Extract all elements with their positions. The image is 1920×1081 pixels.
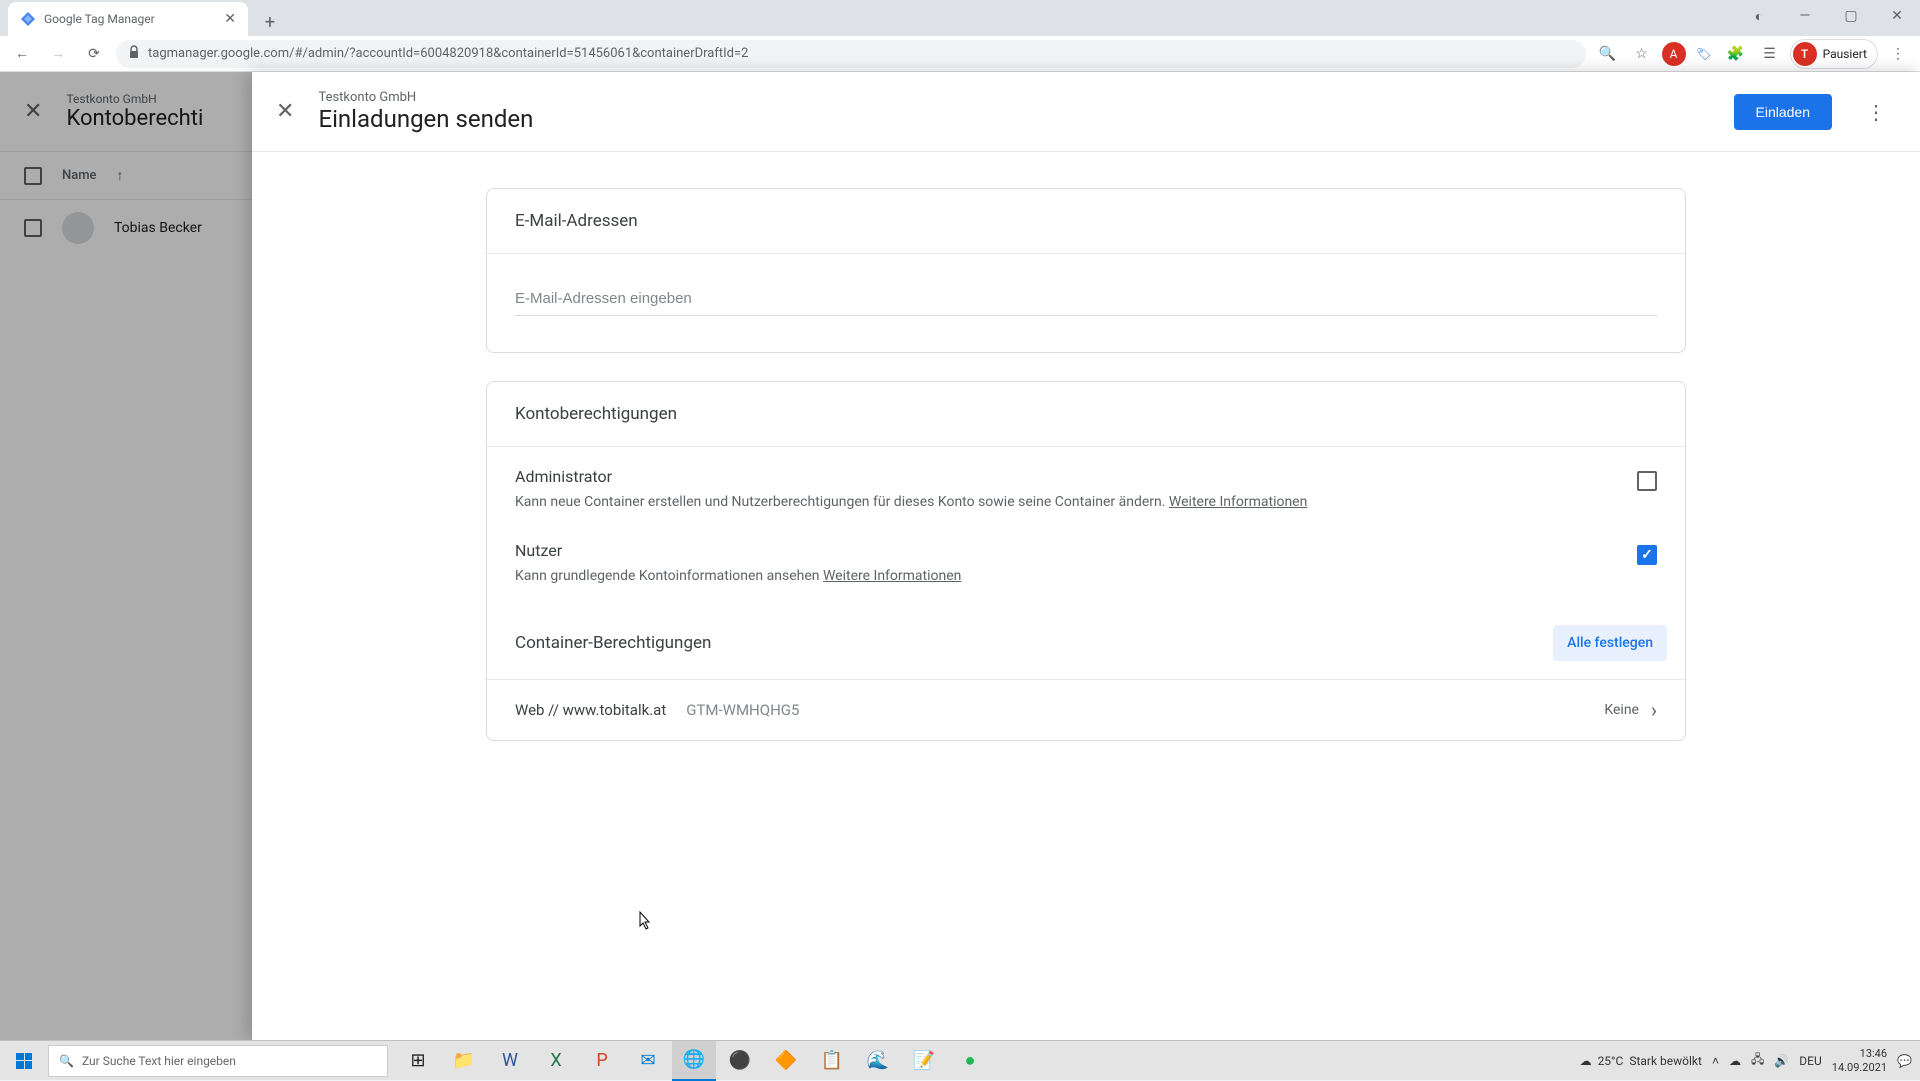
container-name: Web // www.tobitalk.at xyxy=(515,701,666,719)
zoom-icon[interactable]: 🔍 xyxy=(1594,40,1622,68)
tab-close-icon[interactable]: ✕ xyxy=(224,11,236,27)
clock[interactable]: 13:46 14.09.2021 xyxy=(1832,1047,1887,1073)
tab-title: Google Tag Manager xyxy=(44,12,155,26)
panel-header: ✕ Testkonto GmbH Einladungen senden Einl… xyxy=(252,72,1920,152)
mail-icon[interactable]: ✉ xyxy=(626,1041,670,1081)
perm-user-title: Nutzer xyxy=(515,541,1613,560)
panel-account-name: Testkonto GmbH xyxy=(318,90,1709,105)
container-section-title: Container-Berechtigungen xyxy=(515,633,711,653)
perm-user-desc: Kann grundlegende Kontoinformationen ans… xyxy=(515,566,1613,587)
set-all-button[interactable]: Alle festlegen xyxy=(1553,625,1667,661)
perms-section-title: Kontoberechtigungen xyxy=(487,382,1685,447)
tab-favicon xyxy=(20,11,36,27)
file-explorer-icon[interactable]: 📁 xyxy=(442,1041,486,1081)
network-icon[interactable]: 🖧 xyxy=(1751,1050,1764,1071)
powerpoint-icon[interactable]: P xyxy=(580,1041,624,1081)
chevron-right-icon: › xyxy=(1651,698,1657,722)
perm-admin-title: Administrator xyxy=(515,467,1613,486)
taskbar: 🔍 Zur Suche Text hier eingeben ⊞ 📁 W X P… xyxy=(0,1040,1920,1080)
onedrive-icon[interactable]: ☁ xyxy=(1729,1054,1741,1068)
clock-date: 14.09.2021 xyxy=(1832,1061,1887,1074)
tab-strip: Google Tag Manager ✕ + ◐ — ▢ ✕ xyxy=(0,0,1920,36)
page-content: ✕ Testkonto GmbH Kontoberechti Name ↑ To… xyxy=(0,72,1920,1040)
incognito-icon[interactable]: ◐ xyxy=(1736,0,1782,32)
browser-toolbar: ← → ⟳ tagmanager.google.com/#/admin/?acc… xyxy=(0,36,1920,72)
forward-button[interactable]: → xyxy=(44,40,72,68)
reload-button[interactable]: ⟳ xyxy=(80,40,108,68)
more-options-icon[interactable]: ⋮ xyxy=(1856,92,1896,132)
weather-text: Stark bewölkt xyxy=(1629,1054,1702,1068)
reading-list-icon[interactable]: ☰ xyxy=(1756,40,1784,68)
panel-body: E-Mail-Adressen Kontoberechtigungen Admi… xyxy=(252,152,1920,1040)
toolbar-right: 🔍 ☆ A 🏷 🧩 ☰ T Pausiert ⋮ xyxy=(1594,39,1912,69)
perm-user-desc-text: Kann grundlegende Kontoinformationen ans… xyxy=(515,568,823,584)
lock-icon xyxy=(128,45,140,63)
edge-icon[interactable]: 🌊 xyxy=(856,1041,900,1081)
window-controls: ◐ — ▢ ✕ xyxy=(1736,0,1920,32)
window-close-button[interactable]: ✕ xyxy=(1874,0,1920,32)
email-card: E-Mail-Adressen xyxy=(486,188,1686,353)
start-button[interactable] xyxy=(0,1041,48,1081)
menu-icon[interactable]: ⋮ xyxy=(1884,40,1912,68)
container-id: GTM-WMHQHG5 xyxy=(686,701,799,719)
panel-close-icon[interactable]: ✕ xyxy=(276,99,294,124)
extension-tag-icon[interactable]: 🏷 xyxy=(1692,42,1716,66)
address-bar[interactable]: tagmanager.google.com/#/admin/?accountId… xyxy=(116,40,1586,68)
weather-widget[interactable]: ☁ 25°C Stark bewölkt xyxy=(1580,1054,1702,1068)
taskbar-apps: ⊞ 📁 W X P ✉ 🌐 ⚫ 🔶 📋 🌊 📝 ● xyxy=(396,1041,992,1081)
word-icon[interactable]: W xyxy=(488,1041,532,1081)
container-perms-header: Container-Berechtigungen Alle festlegen xyxy=(487,607,1685,679)
language-indicator[interactable]: DEU xyxy=(1799,1054,1821,1068)
email-section-title: E-Mail-Adressen xyxy=(487,189,1685,254)
minimize-button[interactable]: — xyxy=(1782,0,1828,32)
tray-chevron-icon[interactable]: ˄ xyxy=(1712,1054,1719,1068)
new-tab-button[interactable]: + xyxy=(256,8,284,36)
search-icon: 🔍 xyxy=(59,1054,74,1068)
spotify-icon[interactable]: ● xyxy=(948,1041,992,1081)
extensions-icon[interactable]: 🧩 xyxy=(1722,40,1750,68)
url-text: tagmanager.google.com/#/admin/?accountId… xyxy=(148,46,748,61)
perm-user-link[interactable]: Weitere Informationen xyxy=(823,568,961,584)
user-checkbox[interactable] xyxy=(1637,545,1657,565)
system-tray: ☁ 25°C Stark bewölkt ˄ ☁ 🖧 🔊 DEU 13:46 1… xyxy=(1580,1047,1920,1073)
container-permission-label: Keine xyxy=(1604,702,1639,718)
profile-avatar: T xyxy=(1793,42,1817,66)
profile-chip[interactable]: T Pausiert xyxy=(1790,39,1878,69)
perm-admin-desc-text: Kann neue Container erstellen und Nutzer… xyxy=(515,494,1169,510)
obs-icon[interactable]: ⚫ xyxy=(718,1041,762,1081)
windows-logo-icon xyxy=(16,1053,32,1069)
perm-admin-desc: Kann neue Container erstellen und Nutzer… xyxy=(515,492,1613,513)
perm-row-user: Nutzer Kann grundlegende Kontoinformatio… xyxy=(487,533,1685,607)
taskbar-search[interactable]: 🔍 Zur Suche Text hier eingeben xyxy=(48,1045,388,1077)
weather-temp: 25°C xyxy=(1598,1054,1624,1068)
permissions-card: Kontoberechtigungen Administrator Kann n… xyxy=(486,381,1686,741)
taskbar-search-placeholder: Zur Suche Text hier eingeben xyxy=(82,1054,236,1068)
browser-tab[interactable]: Google Tag Manager ✕ xyxy=(8,2,248,36)
notepad-icon[interactable]: 📝 xyxy=(902,1041,946,1081)
extension-abp-icon[interactable]: A xyxy=(1662,42,1686,66)
container-row[interactable]: Web // www.tobitalk.at GTM-WMHQHG5 Keine… xyxy=(487,679,1685,740)
panel-title: Einladungen senden xyxy=(318,105,1709,133)
excel-icon[interactable]: X xyxy=(534,1041,578,1081)
back-button[interactable]: ← xyxy=(8,40,36,68)
clock-time: 13:46 xyxy=(1860,1047,1887,1060)
app-icon-2[interactable]: 📋 xyxy=(810,1041,854,1081)
invite-panel: ✕ Testkonto GmbH Einladungen senden Einl… xyxy=(252,72,1920,1040)
bookmark-icon[interactable]: ☆ xyxy=(1628,40,1656,68)
invite-button[interactable]: Einladen xyxy=(1734,94,1833,130)
chrome-icon[interactable]: 🌐 xyxy=(672,1041,716,1081)
maximize-button[interactable]: ▢ xyxy=(1828,0,1874,32)
weather-icon: ☁ xyxy=(1580,1054,1592,1068)
profile-status: Pausiert xyxy=(1823,47,1867,61)
browser-chrome: Google Tag Manager ✕ + ◐ — ▢ ✕ ← → ⟳ tag… xyxy=(0,0,1920,72)
perm-row-admin: Administrator Kann neue Container erstel… xyxy=(487,447,1685,533)
task-view-icon[interactable]: ⊞ xyxy=(396,1041,440,1081)
volume-icon[interactable]: 🔊 xyxy=(1774,1054,1789,1068)
notification-icon[interactable]: 💬 xyxy=(1897,1054,1912,1068)
email-input[interactable] xyxy=(515,282,1657,316)
perm-admin-link[interactable]: Weitere Informationen xyxy=(1169,494,1307,510)
app-icon-1[interactable]: 🔶 xyxy=(764,1041,808,1081)
admin-checkbox[interactable] xyxy=(1637,471,1657,491)
